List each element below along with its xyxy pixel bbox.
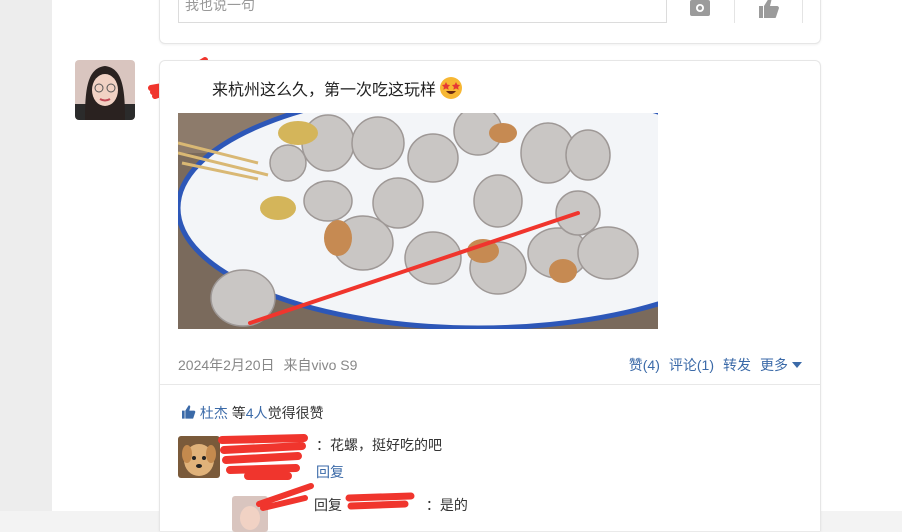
- post-meta: 2024年2月20日 来自vivo S9: [178, 355, 366, 375]
- post-card: 来杭州这么久，第一次吃这玩样 2024年2月20日 来自vivo S9 赞(4)…: [159, 60, 821, 532]
- post-actions: 赞(4) 评论(1) 转发 更多: [620, 355, 802, 375]
- author-avatar[interactable]: [75, 60, 135, 120]
- more-button[interactable]: 更多: [760, 357, 802, 373]
- reply-link[interactable]: 回复: [316, 462, 344, 482]
- like-button[interactable]: 赞(4): [629, 357, 660, 373]
- star-struck-emoji-icon: [439, 76, 463, 105]
- comment-input[interactable]: [179, 0, 678, 19]
- chevron-down-icon: [792, 362, 802, 368]
- likes-suffix: 觉得很赞: [267, 405, 324, 421]
- likes-summary: 杜杰 等4人觉得很赞: [180, 403, 324, 423]
- post-photo[interactable]: [178, 113, 658, 329]
- left-gutter: [0, 0, 52, 511]
- divider: [160, 384, 820, 385]
- post-content: 来杭州这么久，第一次吃这玩样: [212, 82, 437, 99]
- repost-button[interactable]: 转发: [723, 357, 751, 373]
- thumbs-up-icon: [182, 405, 196, 419]
- post-source: 来自vivo S9: [283, 357, 358, 373]
- commenter-avatar[interactable]: [178, 436, 220, 478]
- more-label: 更多: [760, 357, 788, 373]
- reply-author-avatar[interactable]: [232, 496, 268, 532]
- toolbar-divider: [734, 0, 735, 23]
- thumbs-up-icon[interactable]: [756, 0, 780, 20]
- post-text: 来杭州这么久，第一次吃这玩样: [212, 76, 463, 105]
- camera-icon[interactable]: [688, 0, 712, 20]
- previous-post-card: [159, 0, 821, 44]
- reply-comment: 回复 ：是的: [314, 495, 468, 515]
- comment-text: ：花螺，挺好吃的吧: [316, 437, 442, 453]
- post-date: 2024年2月20日: [178, 357, 275, 373]
- liker-name[interactable]: 杜杰: [200, 405, 228, 421]
- likes-count[interactable]: 4人: [246, 405, 268, 421]
- comment-button[interactable]: 评论(1): [669, 357, 714, 373]
- likes-middle: 等: [231, 405, 246, 421]
- toolbar-divider: [802, 0, 803, 23]
- comment-input-box[interactable]: [178, 0, 678, 23]
